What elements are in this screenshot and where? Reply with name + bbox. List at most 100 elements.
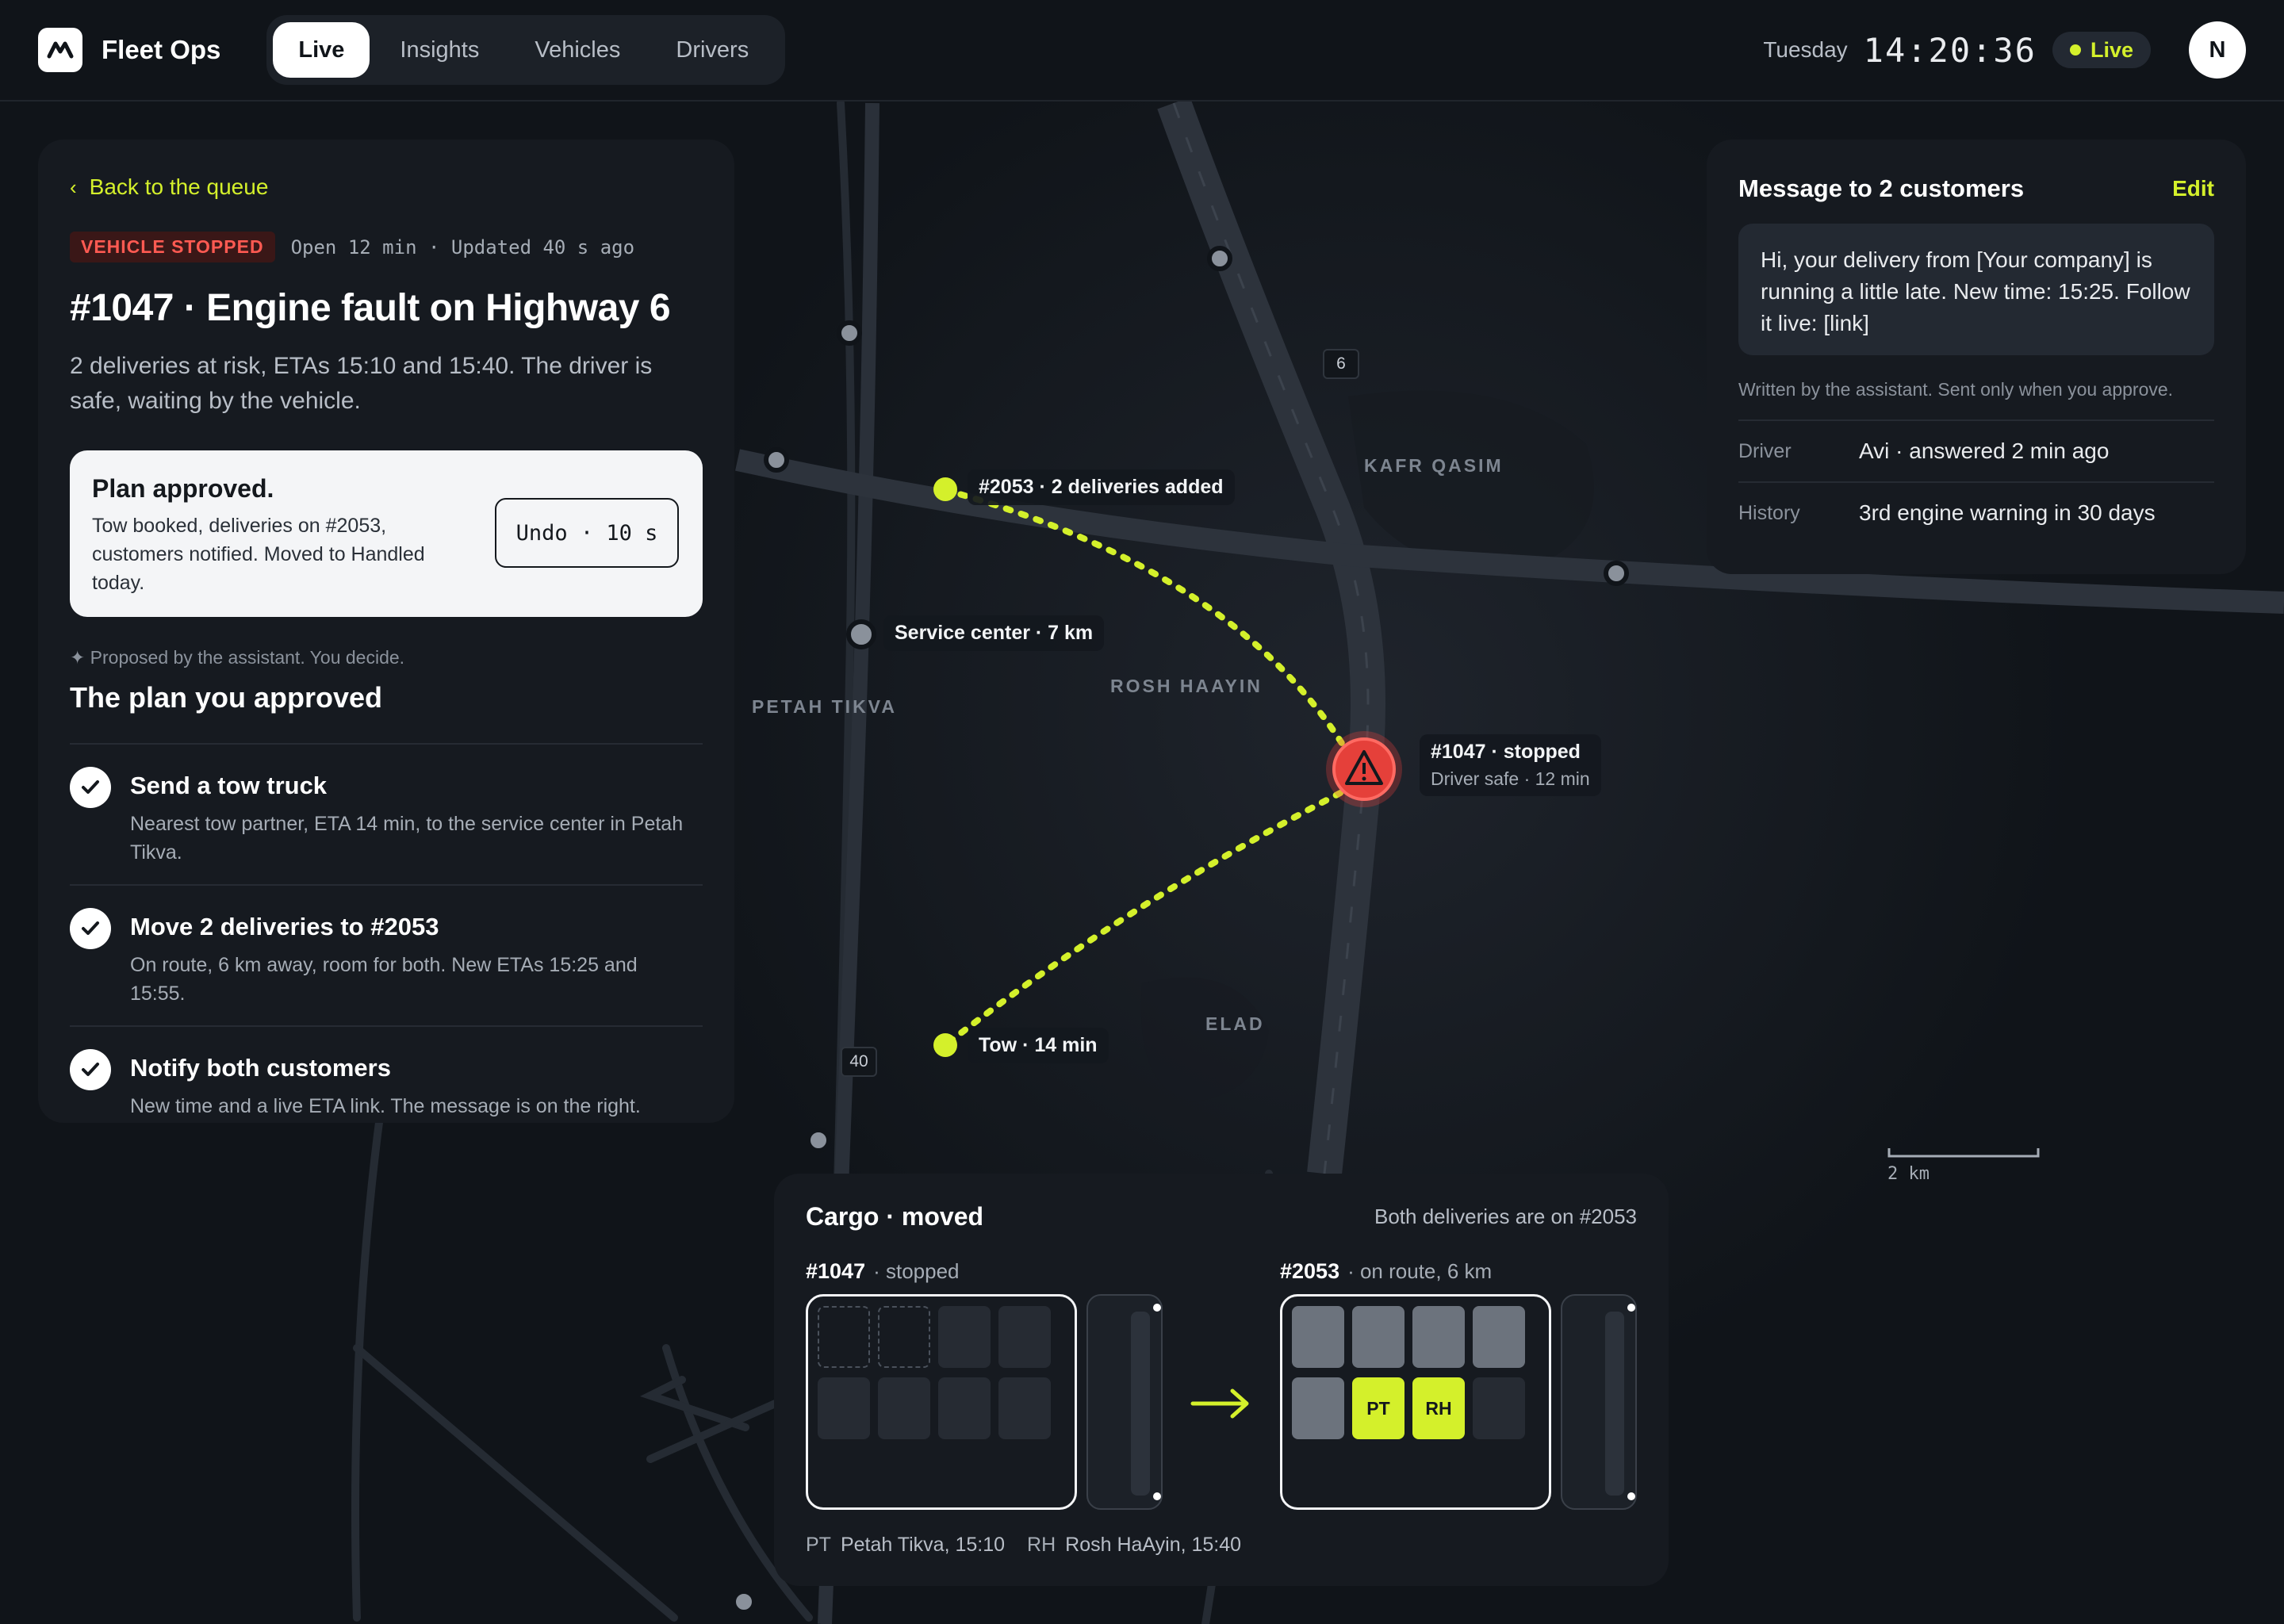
cargo-slot-full bbox=[1292, 1306, 1344, 1368]
cargo-slot-empty bbox=[818, 1306, 870, 1368]
proposed-note: ✦ Proposed by the assistant. You decide. bbox=[70, 647, 405, 668]
cargo-slot-full bbox=[1412, 1306, 1465, 1368]
main-nav: Live Insights Vehicles Drivers bbox=[266, 15, 786, 85]
tow-truck-label[interactable]: Tow · 14 min bbox=[968, 1028, 1109, 1063]
vehicle-2053-label[interactable]: #2053 · 2 deliveries added bbox=[968, 469, 1235, 505]
truck-light-icon bbox=[1153, 1304, 1161, 1312]
live-status-badge: Live bbox=[2052, 32, 2151, 68]
top-bar: Fleet Ops Live Insights Vehicles Drivers… bbox=[0, 0, 2284, 102]
truck-cab bbox=[1086, 1294, 1163, 1510]
info-value: Avi · answered 2 min ago bbox=[1859, 439, 2110, 463]
check-icon bbox=[70, 767, 111, 808]
source-truck-status: · stopped bbox=[873, 1259, 960, 1283]
info-key: Driver bbox=[1738, 439, 1792, 462]
vehicle-1047-label[interactable]: #1047 · stopped Driver safe · 12 min bbox=[1420, 734, 1601, 796]
vehicle-1047-subtitle: Driver safe · 12 min bbox=[1431, 768, 1590, 789]
legend-label: Petah Tikva, 15:10 bbox=[840, 1534, 1006, 1556]
live-label: Live bbox=[2090, 37, 2133, 62]
legend-item: PT Petah Tikva, 15:10 bbox=[806, 1534, 1005, 1557]
incident-description: 2 deliveries at risk, ETAs 15:10 and 15:… bbox=[70, 353, 653, 414]
status-badge: VEHICLE STOPPED bbox=[70, 232, 275, 262]
cargo-slot bbox=[998, 1377, 1051, 1439]
plan-step-title: Move 2 deliveries to #2053 bbox=[130, 913, 439, 940]
user-avatar[interactable]: N bbox=[2189, 21, 2246, 79]
plan-steps: Send a tow truck Nearest tow partner, ET… bbox=[70, 743, 703, 1138]
map-label-elad: ELAD bbox=[1205, 1013, 1265, 1034]
app-name: Fleet Ops bbox=[102, 35, 221, 64]
cargo-slot-full bbox=[1292, 1377, 1344, 1439]
cargo-slot bbox=[998, 1306, 1051, 1368]
back-link-label: Back to the queue bbox=[89, 174, 269, 199]
undo-button[interactable]: Undo · 10 s bbox=[495, 498, 679, 568]
cargo-slot-petah-tikva: PT bbox=[1352, 1377, 1405, 1439]
plan-step-desc: New time and a live ETA link. The messag… bbox=[130, 1095, 641, 1117]
plan-title: The plan you approved bbox=[70, 681, 383, 714]
legend-code: PT bbox=[806, 1534, 831, 1556]
tab-insights[interactable]: Insights bbox=[374, 22, 504, 78]
info-value: 3rd engine warning in 30 days bbox=[1859, 500, 2156, 525]
destination-truck-id: #2053 bbox=[1280, 1259, 1340, 1283]
legend-item: RH Rosh HaAyin, 15:40 bbox=[1027, 1534, 1241, 1557]
back-to-queue-link[interactable]: ‹ Back to the queue bbox=[70, 174, 703, 200]
cargo-title: Cargo · moved bbox=[806, 1202, 984, 1231]
source-truck-label: #1047 · stopped bbox=[806, 1259, 960, 1284]
cargo-slot-full bbox=[1352, 1306, 1405, 1368]
plan-step-title: Notify both customers bbox=[130, 1054, 391, 1082]
current-time: 14:20:36 bbox=[1863, 30, 2037, 70]
map-label-rosh-haayin: ROSH HAAYIN bbox=[1110, 676, 1263, 696]
edit-message-button[interactable]: Edit bbox=[2172, 176, 2214, 201]
cargo-slot-rosh-haayin: RH bbox=[1412, 1377, 1465, 1439]
message-preview[interactable]: Hi, your delivery from [Your company] is… bbox=[1738, 224, 2214, 355]
service-center-label[interactable]: Service center · 7 km bbox=[883, 615, 1105, 651]
legend-label: Rosh HaAyin, 15:40 bbox=[1065, 1534, 1242, 1556]
destination-truck-label: #2053 · on route, 6 km bbox=[1280, 1259, 1492, 1284]
truck-light-icon bbox=[1627, 1304, 1635, 1312]
highway-6-shield: 6 bbox=[1323, 349, 1359, 379]
app-logo-icon[interactable] bbox=[38, 28, 82, 72]
cargo-legend: PT Petah Tikva, 15:10 RH Rosh HaAyin, 15:4… bbox=[806, 1534, 1263, 1557]
plan-step: Send a tow truck Nearest tow partner, ET… bbox=[70, 743, 703, 884]
map-label-kafr-qasim: KAFR QASIM bbox=[1364, 455, 1504, 476]
truck-cab-bar bbox=[1131, 1312, 1150, 1496]
plan-step-title: Send a tow truck bbox=[130, 772, 328, 799]
page-title: #1047 · Engine fault on Highway 6 bbox=[70, 287, 671, 329]
chevron-left-icon: ‹ bbox=[70, 174, 77, 199]
cargo-slot bbox=[878, 1377, 930, 1439]
cargo-slot bbox=[1473, 1377, 1525, 1439]
info-row-driver: Driver Avi · answered 2 min ago bbox=[1738, 419, 2214, 481]
truck-cab-bar bbox=[1605, 1312, 1624, 1496]
message-note: Written by the assistant. Sent only when… bbox=[1738, 379, 2174, 400]
destination-truck-status: · on route, 6 km bbox=[1347, 1259, 1493, 1283]
cargo-slot-full bbox=[1473, 1306, 1525, 1368]
cargo-subtitle: Both deliveries are on #2053 bbox=[1374, 1205, 1637, 1228]
cargo-slot bbox=[938, 1306, 991, 1368]
tab-vehicles[interactable]: Vehicles bbox=[509, 22, 646, 78]
vehicle-1047-title: #1047 · stopped bbox=[1431, 741, 1581, 763]
plan-step-desc: On route, 6 km away, room for both. New … bbox=[130, 954, 638, 1005]
source-truck-id: #1047 bbox=[806, 1259, 866, 1283]
truck-cab bbox=[1561, 1294, 1637, 1510]
plan-step-desc: Nearest tow partner, ETA 14 min, to the … bbox=[130, 813, 684, 864]
tab-drivers[interactable]: Drivers bbox=[650, 22, 774, 78]
cargo-slot bbox=[938, 1377, 991, 1439]
map-label-petah-tikva: PETAH TIKVA bbox=[752, 696, 897, 717]
plan-step: Notify both customers New time and a liv… bbox=[70, 1025, 703, 1138]
plan-approved-card: Plan approved. Tow booked, deliveries on… bbox=[70, 450, 703, 617]
plan-step: Move 2 deliveries to #2053 On route, 6 k… bbox=[70, 884, 703, 1025]
info-row-history: History 3rd engine warning in 30 days bbox=[1738, 481, 2214, 543]
cargo-slot-empty bbox=[878, 1306, 930, 1368]
cargo-slot bbox=[818, 1377, 870, 1439]
message-title: Message to 2 customers bbox=[1738, 174, 2025, 202]
truck-cargo-bay: PT RH bbox=[1280, 1294, 1551, 1510]
tab-live[interactable]: Live bbox=[273, 22, 370, 78]
info-key: History bbox=[1738, 501, 1800, 524]
check-icon bbox=[70, 1049, 111, 1090]
cargo-panel: Cargo · moved Both deliveries are on #20… bbox=[774, 1174, 1669, 1586]
customer-message-panel: Message to 2 customers Edit Hi, your del… bbox=[1707, 140, 2246, 574]
truck-cargo-bay bbox=[806, 1294, 1077, 1510]
incident-meta: Open 12 min · Updated 40 s ago bbox=[290, 236, 635, 259]
live-dot-icon bbox=[2069, 44, 2081, 56]
truck-light-icon bbox=[1627, 1492, 1635, 1500]
current-day: Tuesday bbox=[1763, 37, 1848, 62]
arrow-right-icon bbox=[1190, 1386, 1253, 1425]
